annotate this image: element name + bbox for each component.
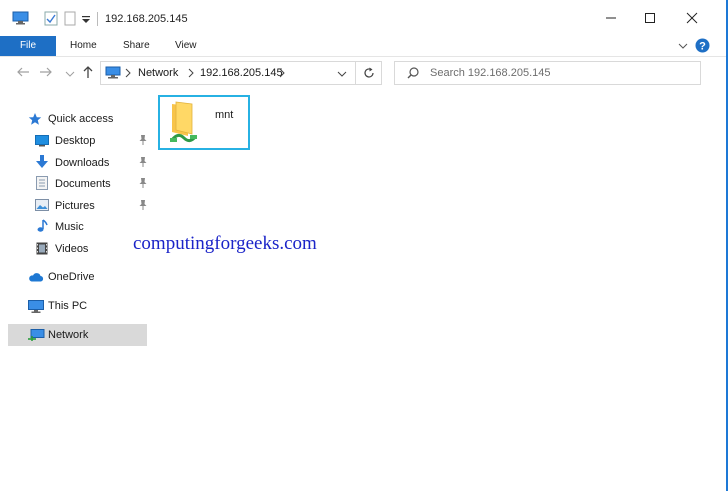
videos-icon: [36, 242, 48, 258]
computer-icon: [28, 300, 44, 316]
tab-share[interactable]: Share: [123, 36, 150, 56]
folder-item-mnt[interactable]: mnt: [158, 95, 250, 150]
sidebar-label: Videos: [55, 243, 89, 255]
maximize-button[interactable]: [640, 8, 660, 28]
expand-ribbon-icon[interactable]: [678, 42, 688, 54]
sidebar-label: Music: [55, 221, 84, 233]
pictures-icon: [35, 199, 49, 214]
customize-quick-access-icon[interactable]: [82, 15, 90, 27]
help-icon[interactable]: ?: [695, 38, 710, 56]
sidebar-label: Desktop: [55, 135, 96, 147]
star-icon: [28, 112, 42, 129]
download-icon: [36, 155, 48, 172]
sidebar-item-this-pc[interactable]: This PC: [8, 295, 147, 317]
sidebar-item-documents[interactable]: Documents: [8, 173, 147, 195]
documents-icon: [36, 176, 48, 193]
title-bar: 192.168.205.145: [0, 0, 726, 36]
window-title: 192.168.205.145: [105, 13, 188, 25]
pin-icon[interactable]: [138, 177, 148, 192]
tab-view[interactable]: View: [175, 36, 197, 56]
recent-locations-button[interactable]: [62, 65, 78, 81]
breadcrumb-chevron-icon[interactable]: [188, 68, 194, 81]
sidebar-label: Documents: [55, 178, 111, 190]
sidebar-label: Downloads: [55, 157, 110, 169]
breadcrumb-host[interactable]: 192.168.205.145: [200, 67, 283, 79]
watermark-text: computingforgeeks.com: [133, 233, 317, 254]
explorer-window: 192.168.205.145 File Home Share View ? N…: [0, 0, 728, 491]
sidebar-label: Network: [48, 329, 89, 341]
tab-file[interactable]: File: [0, 36, 56, 56]
properties-icon[interactable]: [44, 11, 58, 29]
sidebar-item-music[interactable]: Music: [8, 216, 147, 238]
music-icon: [36, 219, 48, 236]
sidebar-item-quick-access[interactable]: Quick access: [8, 108, 147, 130]
search-icon: [407, 67, 419, 82]
network-icon: [28, 329, 45, 345]
sidebar-label: Pictures: [55, 200, 95, 212]
computer-icon: [12, 11, 29, 28]
breadcrumb-chevron-icon[interactable]: [125, 68, 131, 81]
sidebar-item-videos[interactable]: Videos: [8, 238, 147, 260]
sidebar-item-network[interactable]: Network: [8, 324, 147, 346]
tab-home[interactable]: Home: [70, 36, 97, 56]
breadcrumb-network[interactable]: Network: [138, 67, 178, 79]
close-button[interactable]: [682, 8, 702, 28]
shared-folder-icon: [168, 100, 200, 149]
search-input[interactable]: Search 192.168.205.145: [430, 67, 551, 79]
search-box[interactable]: Search 192.168.205.145: [394, 61, 701, 85]
sidebar-item-onedrive[interactable]: OneDrive: [8, 266, 147, 288]
pin-icon[interactable]: [138, 199, 148, 214]
up-button[interactable]: [80, 65, 96, 81]
address-bar[interactable]: Network 192.168.205.145: [100, 61, 382, 85]
desktop-icon: [35, 135, 49, 150]
sidebar-label: This PC: [48, 300, 88, 312]
title-separator: [97, 12, 98, 26]
minimize-button[interactable]: [601, 8, 621, 28]
pin-icon[interactable]: [138, 134, 148, 149]
ribbon-tabs: File Home Share View ?: [0, 36, 726, 57]
forward-button[interactable]: [38, 65, 54, 81]
network-icon: [105, 66, 121, 83]
address-dropdown-icon[interactable]: [337, 70, 347, 82]
sidebar-item-pictures[interactable]: Pictures: [8, 195, 147, 217]
svg-text:?: ?: [699, 41, 706, 53]
new-folder-icon[interactable]: [64, 11, 76, 29]
folder-label: mnt: [215, 109, 234, 121]
sidebar-item-downloads[interactable]: Downloads: [8, 152, 147, 174]
refresh-icon[interactable]: [363, 67, 375, 82]
address-separator: [355, 62, 356, 84]
breadcrumb-chevron-icon[interactable]: [279, 68, 285, 81]
pin-icon[interactable]: [138, 156, 148, 171]
sidebar-item-desktop[interactable]: Desktop: [8, 130, 147, 152]
back-button[interactable]: [15, 65, 31, 81]
sidebar-label: Quick access: [48, 113, 114, 125]
sidebar-label: OneDrive: [48, 271, 95, 283]
cloud-icon: [28, 272, 44, 285]
